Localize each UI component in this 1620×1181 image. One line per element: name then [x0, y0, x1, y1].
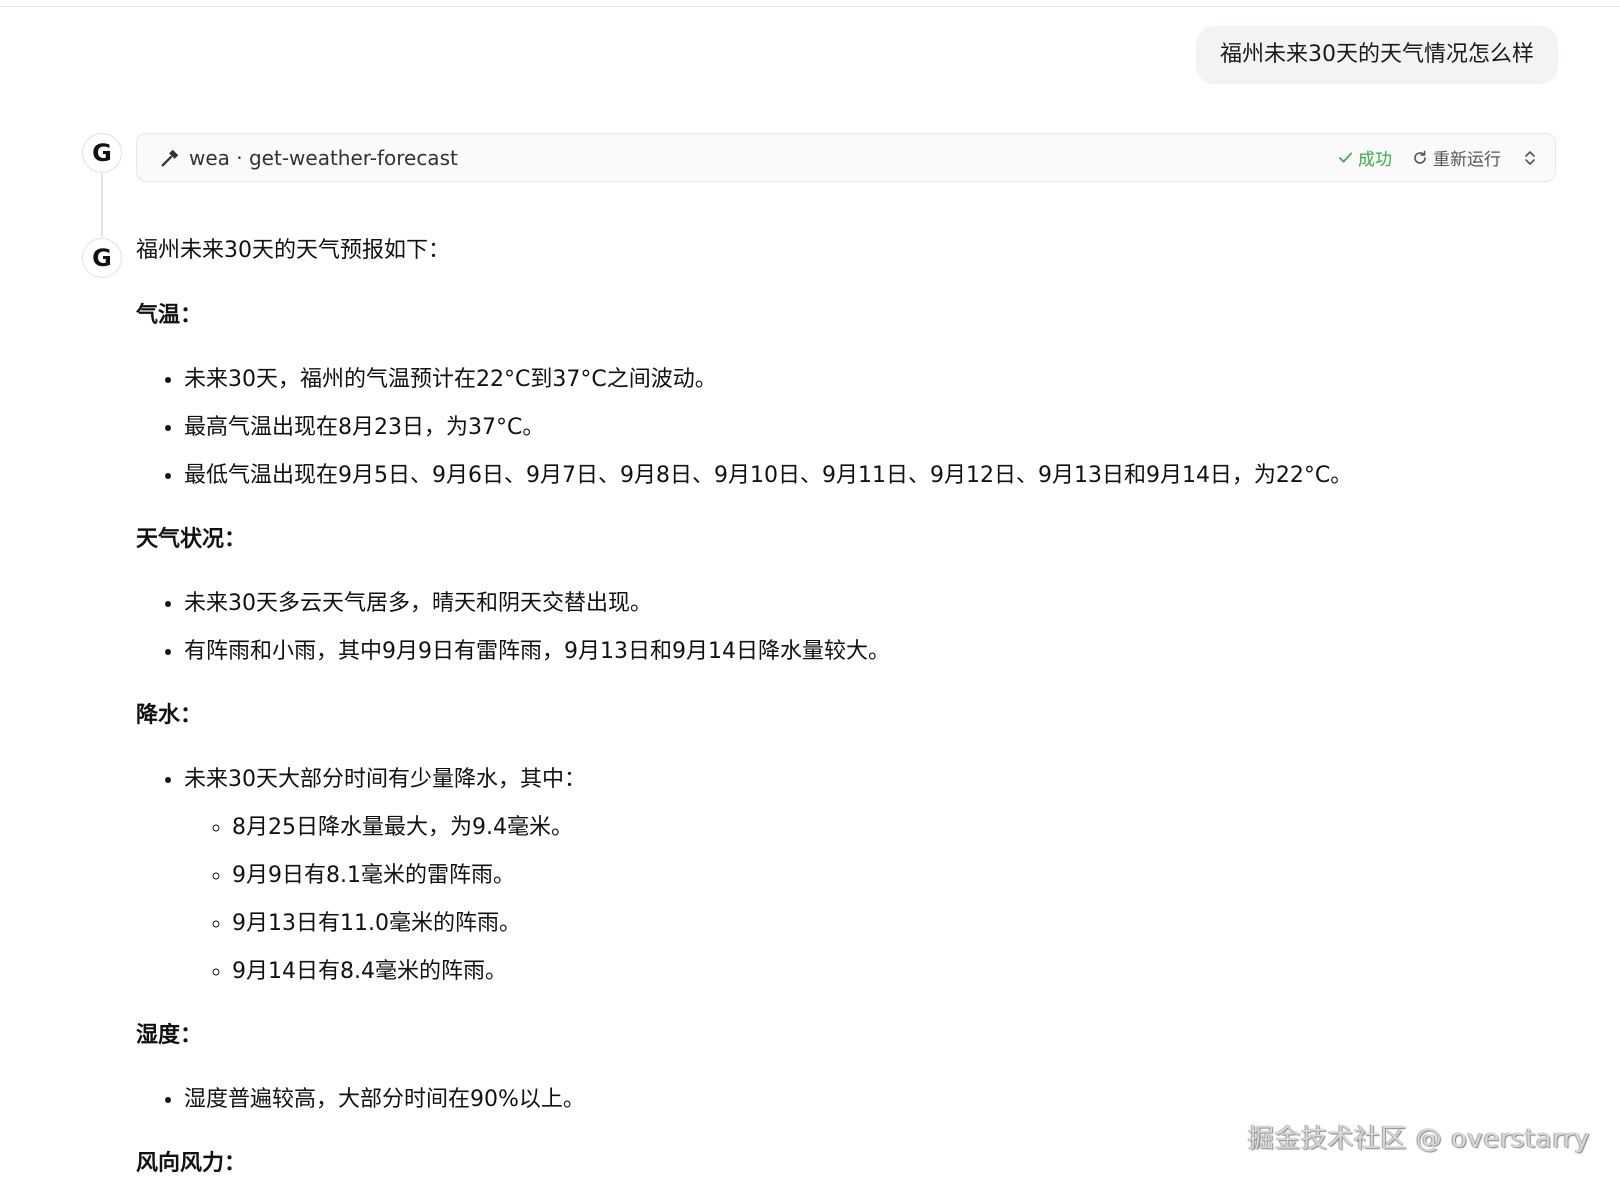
list-item: 未来30天，福州的气温预计在22°C到37°C之间波动。 [184, 365, 1536, 395]
bullet-list: 未来30天，福州的气温预计在22°C到37°C之间波动。 最高气温出现在8月23… [136, 365, 1536, 491]
tool-status: 成功 [1338, 145, 1392, 170]
assistant-avatar: G [82, 133, 122, 173]
bullet-list: 湿度普遍较高，大部分时间在90%以上。 [136, 1085, 1536, 1115]
tool-status-label: 成功 [1358, 150, 1392, 170]
check-icon [1339, 152, 1352, 163]
nested-list-item: 9月14日有8.4毫米的阵雨。 [232, 957, 1536, 987]
list-item: 最低气温出现在9月5日、9月6日、9月7日、9月8日、9月10日、9月11日、9… [184, 461, 1536, 491]
response-intro: 福州未来30天的天气预报如下： [136, 238, 450, 263]
watermark: 掘金技术社区 @ overstarry [1248, 1124, 1590, 1154]
bullet-list: 未来30天多云天气居多，晴天和阴天交替出现。 有阵雨和小雨，其中9月9日有雷阵雨… [136, 589, 1536, 667]
rerun-button[interactable]: 重新运行 [1412, 145, 1501, 170]
section-heading: 湿度： [136, 1023, 203, 1048]
chat-page: 福州未来30天的天气情况怎么样 G G wea · get-weather-fo… [0, 0, 1620, 1181]
nested-list-item: 9月9日有8.1毫米的雷阵雨。 [232, 861, 1536, 891]
hammer-icon [161, 149, 179, 166]
tool-call-name: wea · get-weather-forecast [189, 145, 458, 170]
nested-list-item: 9月13日有11.0毫米的阵雨。 [232, 909, 1536, 939]
section-heading: 降水： [136, 703, 203, 728]
list-item: 未来30天大部分时间有少量降水，其中： 8月25日降水量最大，为9.4毫米。 9… [184, 765, 1536, 987]
list-item: 湿度普遍较高，大部分时间在90%以上。 [184, 1085, 1536, 1115]
bullet-list: 未来30天大部分时间有少量降水，其中： 8月25日降水量最大，为9.4毫米。 9… [136, 765, 1536, 987]
tool-call-card[interactable]: wea · get-weather-forecast 成功 重新运行 [136, 133, 1556, 182]
nested-list-item: 8月25日降水量最大，为9.4毫米。 [232, 813, 1536, 843]
assistant-avatar: G [82, 238, 122, 278]
section-heading: 气温： [136, 303, 203, 328]
list-item: 未来30天多云天气居多，晴天和阴天交替出现。 [184, 589, 1536, 619]
thread-connector [101, 174, 103, 237]
user-message-bubble: 福州未来30天的天气情况怎么样 [1196, 26, 1558, 84]
list-item: 最高气温出现在8月23日，为37°C。 [184, 413, 1536, 443]
assistant-response: 福州未来30天的天气预报如下： 气温： 未来30天，福州的气温预计在22°C到3… [136, 236, 1536, 1181]
list-item-text: 未来30天大部分时间有少量降水，其中： [184, 767, 586, 792]
rerun-label: 重新运行 [1433, 150, 1501, 170]
nested-bullet-list: 8月25日降水量最大，为9.4毫米。 9月9日有8.1毫米的雷阵雨。 9月13日… [184, 813, 1536, 987]
section-heading: 天气状况： [136, 527, 247, 552]
chevron-up-down-icon [1525, 150, 1535, 165]
list-item: 有阵雨和小雨，其中9月9日有雷阵雨，9月13日和9月14日降水量较大。 [184, 637, 1536, 667]
expand-toggle[interactable] [1523, 149, 1537, 167]
refresh-icon [1414, 150, 1426, 164]
top-divider [0, 6, 1620, 7]
